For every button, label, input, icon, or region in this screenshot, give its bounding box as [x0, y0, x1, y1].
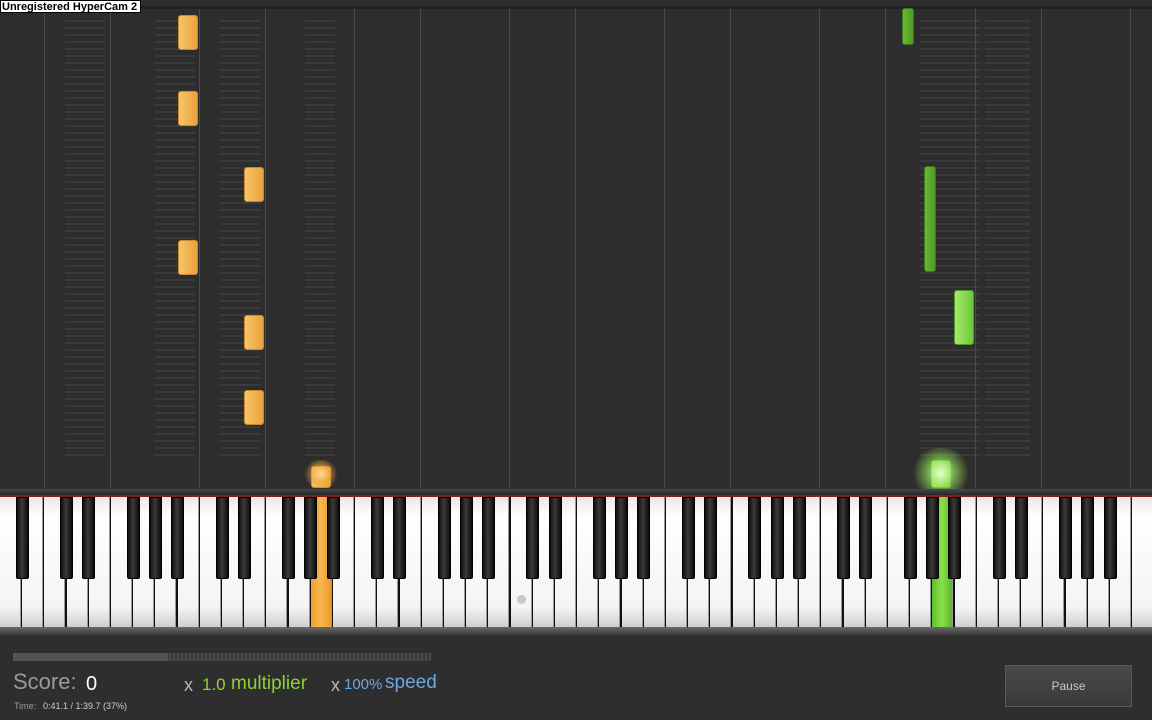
black-key[interactable]: [703, 497, 717, 579]
octave-gridline: [885, 9, 886, 490]
octave-gridline: [575, 9, 576, 490]
octave-gridline: [44, 9, 45, 490]
octave-gridline: [420, 9, 421, 490]
black-key[interactable]: [792, 497, 806, 579]
black-key[interactable]: [770, 497, 784, 579]
octave-gridline: [110, 9, 111, 490]
keyboard-bottom-rail: [0, 627, 1152, 635]
black-key[interactable]: [393, 497, 407, 579]
left-hand-note: [244, 167, 264, 202]
black-key[interactable]: [526, 497, 540, 579]
note-hit-glow: [304, 460, 338, 488]
speed-label: speed: [385, 672, 437, 693]
left-hand-note: [178, 240, 198, 275]
black-key[interactable]: [1103, 497, 1117, 579]
multiplier-label: multiplier: [231, 673, 308, 694]
black-key[interactable]: [1081, 497, 1095, 579]
right-hand-note: [954, 290, 974, 345]
black-key[interactable]: [437, 497, 451, 579]
piano-keyboard: [0, 497, 1152, 630]
black-key[interactable]: [837, 497, 851, 579]
octave-gridline: [664, 9, 665, 490]
note-fall-area: [0, 0, 1152, 490]
right-hand-note: [902, 8, 914, 45]
black-key[interactable]: [15, 497, 29, 579]
octave-gridline: [975, 9, 976, 490]
speed-value: 100%: [344, 676, 383, 693]
score-label: Score:: [13, 669, 77, 694]
black-key[interactable]: [992, 497, 1006, 579]
black-key[interactable]: [215, 497, 229, 579]
black-key[interactable]: [282, 497, 296, 579]
octave-gridline: [509, 9, 510, 490]
octave-gridline: [354, 9, 355, 490]
ghost-note-column: [985, 20, 1030, 460]
left-hand-note: [244, 390, 264, 425]
recorder-watermark: Unregistered HyperCam 2: [0, 0, 142, 13]
black-key[interactable]: [1059, 497, 1073, 579]
right-hand-note: [924, 166, 936, 272]
black-key[interactable]: [304, 497, 318, 579]
pause-button[interactable]: Pause: [1005, 665, 1132, 707]
black-key[interactable]: [148, 497, 162, 579]
octave-gridline: [819, 9, 820, 490]
synthesia-window: Unregistered HyperCam 2 Score: 0 x 1.0 m…: [0, 0, 1152, 720]
octave-gridline: [1130, 9, 1131, 490]
left-hand-note: [178, 91, 198, 126]
score-value: 0: [86, 673, 98, 695]
black-key[interactable]: [925, 497, 939, 579]
top-divider: [0, 6, 1152, 9]
black-key[interactable]: [326, 497, 340, 579]
black-key[interactable]: [637, 497, 651, 579]
black-key[interactable]: [1014, 497, 1028, 579]
left-hand-note: [178, 15, 198, 50]
octave-gridline: [265, 9, 266, 490]
multiplier-prefix: x: [184, 675, 193, 695]
octave-gridline: [730, 9, 731, 490]
black-key[interactable]: [903, 497, 917, 579]
song-progress-bar[interactable]: [13, 653, 431, 661]
black-key[interactable]: [548, 497, 562, 579]
black-key[interactable]: [171, 497, 185, 579]
black-key[interactable]: [592, 497, 606, 579]
black-key[interactable]: [60, 497, 74, 579]
black-key[interactable]: [237, 497, 251, 579]
ghost-note-column: [305, 20, 335, 460]
time-label: Time:: [14, 701, 37, 711]
note-hit-glow: [911, 448, 971, 490]
time-value: 0:41.1 / 1:39.7 (37%): [43, 701, 128, 711]
black-key[interactable]: [370, 497, 384, 579]
black-key[interactable]: [126, 497, 140, 579]
black-key[interactable]: [459, 497, 473, 579]
black-key[interactable]: [615, 497, 629, 579]
ghost-note-column: [65, 20, 105, 460]
black-key[interactable]: [681, 497, 695, 579]
multiplier-value: 1.0: [202, 675, 226, 694]
black-key[interactable]: [748, 497, 762, 579]
black-key[interactable]: [948, 497, 962, 579]
speed-prefix: x: [331, 675, 340, 695]
left-hand-note: [244, 315, 264, 350]
octave-gridline: [1041, 9, 1042, 490]
status-bar: Score: 0 x 1.0 multiplier x 100% speed T…: [0, 635, 1152, 720]
song-progress-fill: [13, 653, 168, 661]
black-key[interactable]: [859, 497, 873, 579]
octave-gridline: [199, 9, 200, 490]
black-key[interactable]: [82, 497, 96, 579]
middle-c-marker: [516, 595, 526, 604]
white-key[interactable]: [1132, 497, 1152, 627]
black-key[interactable]: [481, 497, 495, 579]
